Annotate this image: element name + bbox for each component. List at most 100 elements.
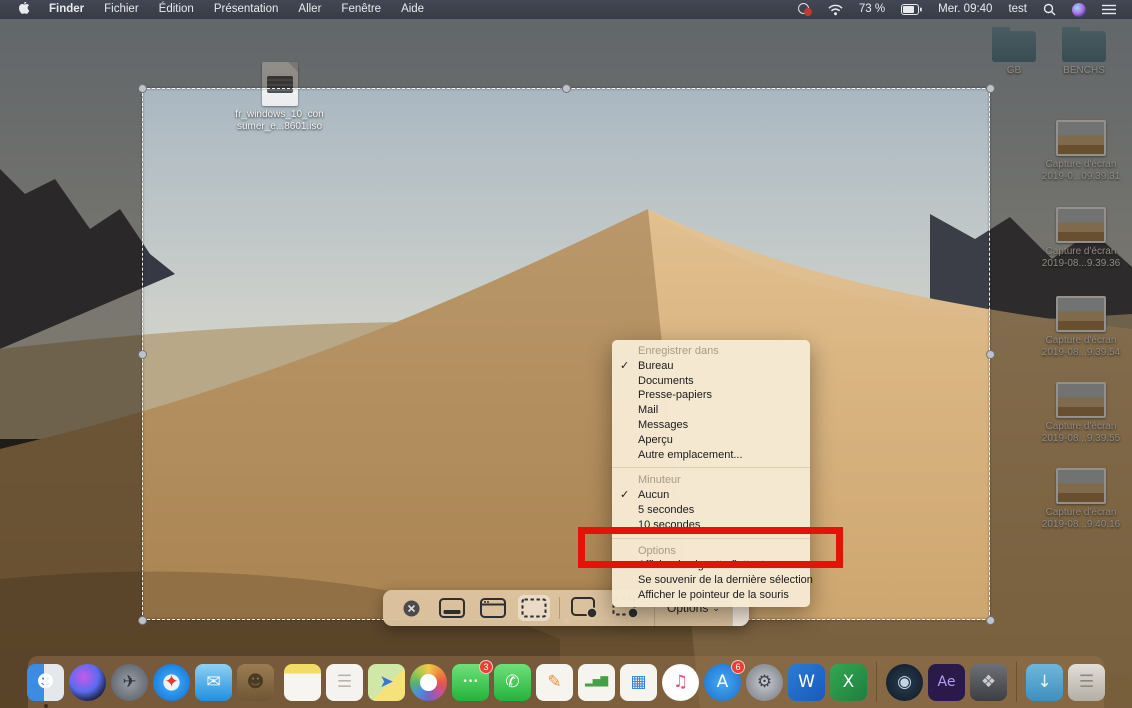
menu-item-label: 5 secondes (638, 503, 695, 516)
dock-icon-messages[interactable]: ••• 3 (452, 659, 493, 701)
dock-icon-word[interactable]: W (788, 663, 825, 701)
red-highlight-box (578, 527, 843, 568)
selection-handle[interactable] (561, 83, 571, 93)
menu-aller[interactable]: Aller (288, 0, 331, 19)
menu-fenêtre[interactable]: Fenêtre (331, 0, 391, 19)
close-button[interactable] (395, 595, 427, 621)
dock-icon-mail[interactable]: ✉ (195, 663, 232, 701)
toolbar-separator (559, 597, 560, 619)
selection-handle[interactable] (137, 349, 147, 359)
capture-selection-button[interactable] (518, 595, 550, 621)
menu-item-label: Documents (638, 374, 694, 387)
notification-badge: 6 (731, 659, 745, 674)
dock-icon-excel[interactable]: X (830, 663, 867, 701)
menu-édition[interactable]: Édition (149, 0, 204, 19)
dock-icon-facetime[interactable]: ✆ (494, 663, 531, 701)
dock-icon-maps[interactable]: ➤ (368, 663, 405, 701)
dock-icon-pages[interactable]: ✎ (536, 663, 573, 701)
selection-handle[interactable] (137, 83, 147, 93)
menu-fichier[interactable]: Fichier (94, 0, 149, 19)
menu-item[interactable]: ✓ Aucun (612, 488, 810, 503)
dock-icon-keynote[interactable]: ▦ (620, 663, 657, 701)
apple-menu[interactable] (10, 2, 39, 17)
dock-icon-notes[interactable] (284, 663, 321, 701)
itunes-glyph: ♫ (672, 671, 689, 692)
capture-window-button[interactable] (477, 595, 509, 621)
dock-separator (876, 662, 877, 702)
word-glyph: W (798, 671, 815, 692)
notification-list-icon[interactable] (1094, 4, 1124, 15)
user-name[interactable]: test (1000, 0, 1035, 19)
dock-icon-finder[interactable]: ☻ (27, 663, 64, 708)
dock-icon-safari[interactable]: ✦ (153, 663, 190, 701)
menu-aide[interactable]: Aide (391, 0, 434, 19)
dock-icon-after-effects[interactable]: Ae (928, 663, 965, 701)
dock-icon-numbers[interactable]: ▂▅▇ (578, 663, 615, 701)
capture-screen-button[interactable] (436, 595, 468, 621)
menu-item-label: Afficher le pointeur de la souris (638, 588, 789, 601)
pages-glyph: ✎ (547, 671, 562, 692)
steam-glyph: ◉ (897, 671, 912, 692)
dock-icon-reminders[interactable]: ☰ (326, 663, 363, 701)
selection-handle[interactable] (985, 615, 995, 625)
battery-percent[interactable]: 73 % (851, 0, 893, 19)
menu-item[interactable]: Aperçu (612, 433, 810, 448)
launchpad-glyph: ✈ (122, 671, 137, 692)
safari-glyph: ✦ (164, 671, 179, 692)
excel-glyph: X (842, 671, 855, 692)
menu-item[interactable]: 5 secondes (612, 503, 810, 518)
dock: ☻✈✦✉☻AOÛT7☰➤•••3✆✎▂▅▇▦♫A6⚙WX◉Ae❖↓☰ (27, 656, 1105, 708)
search-icon[interactable] (1035, 3, 1064, 16)
menu-section-header: Enregistrer dans (638, 345, 719, 357)
menu-item[interactable]: Presse-papiers (612, 388, 810, 403)
dock-icon-contacts[interactable]: ☻ (237, 663, 274, 701)
selection-handle[interactable] (985, 349, 995, 359)
siri-icon[interactable] (1064, 2, 1094, 17)
menu-item[interactable]: Autre emplacement... (612, 448, 810, 463)
dim-overlay-right (990, 88, 1132, 620)
menu-item-label: Bureau (638, 359, 674, 372)
battery-icon[interactable] (893, 4, 930, 15)
trash-glyph: ☰ (1078, 671, 1095, 692)
menu-item-label: Presse-papiers (638, 389, 712, 402)
menu-separator (612, 467, 810, 469)
menu-item[interactable]: ✓ Bureau (612, 359, 810, 374)
reminders-glyph: ☰ (336, 671, 353, 692)
downloads-folder-glyph: ↓ (1037, 671, 1052, 692)
clock[interactable]: Mer. 09:40 (930, 0, 1000, 19)
capture-selection-region[interactable] (142, 88, 990, 620)
selection-handle[interactable] (985, 83, 995, 93)
dock-icon-launchpad[interactable]: ✈ (111, 663, 148, 701)
menu-item[interactable]: Se souvenir de la dernière sélection (612, 573, 813, 588)
keynote-glyph: ▦ (630, 671, 647, 692)
wifi-icon[interactable] (820, 4, 851, 16)
selection-handle[interactable] (137, 615, 147, 625)
screen-recording-icon[interactable] (789, 3, 820, 16)
mail-glyph: ✉ (206, 671, 221, 692)
menu-item[interactable]: Documents (612, 374, 810, 389)
dock-icon-itunes[interactable]: ♫ (662, 663, 699, 701)
menu-item[interactable]: Afficher le pointeur de la souris (612, 588, 810, 603)
menu-présentation[interactable]: Présentation (204, 0, 289, 19)
dock-icon-siri[interactable] (69, 663, 106, 701)
checkmark-icon: ✓ (620, 359, 630, 372)
menu-item-label: Se souvenir de la dernière sélection (638, 574, 813, 587)
dock-icon-system-preferences[interactable]: ⚙ (746, 663, 783, 701)
dim-overlay-left (0, 88, 142, 620)
dock-icon-appstore[interactable]: A6 (704, 659, 745, 701)
dock-icon-downloads-folder[interactable]: ↓ (1026, 663, 1063, 701)
contacts-glyph: ☻ (246, 671, 265, 692)
dock-icon-trash[interactable]: ☰ (1068, 663, 1105, 701)
maps-glyph: ➤ (379, 671, 394, 692)
bootcamp-drive-glyph: ❖ (980, 671, 997, 692)
record-screen-button[interactable] (569, 595, 601, 621)
menu-item[interactable]: Mail (612, 403, 810, 418)
menu-finder[interactable]: Finder (39, 0, 94, 19)
menu-item[interactable]: Messages (612, 418, 810, 433)
dock-icon-photos[interactable] (410, 663, 447, 701)
notification-badge: 3 (479, 659, 493, 674)
numbers-glyph: ▂▅▇ (584, 676, 609, 687)
dock-icon-steam[interactable]: ◉ (886, 663, 923, 701)
dock-icon-bootcamp-drive[interactable]: ❖ (970, 663, 1007, 701)
dock-separator (1016, 662, 1017, 702)
